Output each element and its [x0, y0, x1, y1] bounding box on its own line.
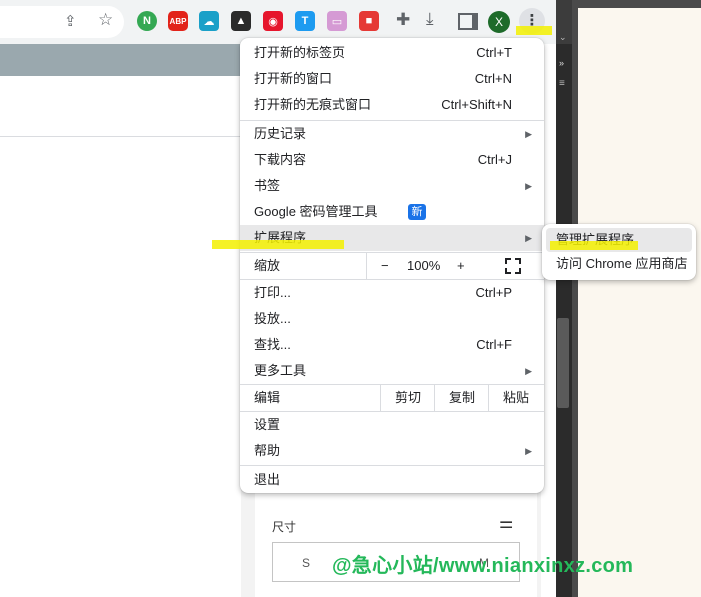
- paste-button[interactable]: 粘贴: [488, 385, 543, 411]
- profile-avatar[interactable]: X: [488, 11, 510, 33]
- page-divider: [0, 136, 240, 137]
- scrollbar-thumb[interactable]: [557, 318, 569, 408]
- menu-item-history[interactable]: 历史记录 ▶: [240, 121, 544, 147]
- watermark: @急心小站/www.nianxinxz.com: [332, 555, 634, 577]
- menu-item-bookmarks[interactable]: 书签 ▶: [240, 173, 544, 199]
- chevron-right-icon: ▶: [525, 181, 532, 191]
- share-icon[interactable]: ⇪: [64, 12, 77, 30]
- menu-separator: [240, 465, 544, 466]
- t-extension-icon[interactable]: T: [295, 11, 315, 31]
- cloud-extension-icon[interactable]: ☁: [199, 11, 219, 31]
- extensions-puzzle-icon[interactable]: ✚: [396, 10, 410, 30]
- extensions-submenu: 管理扩展程序 访问 Chrome 应用商店: [542, 224, 696, 280]
- bookmark-star-icon[interactable]: ☆: [98, 10, 113, 30]
- red-extension-icon[interactable]: ■: [359, 11, 379, 31]
- menu-item-new-window[interactable]: 打开新的窗口 Ctrl+N: [240, 66, 544, 92]
- menu-item-more-tools[interactable]: 更多工具 ▶: [240, 358, 544, 384]
- menu-item-zoom: 缩放 − 100% +: [240, 253, 544, 279]
- right-document: [578, 8, 701, 597]
- zoom-level: 100%: [407, 258, 441, 273]
- highlight-marker-manage-extensions: [550, 241, 638, 250]
- chevron-right-icon: ▶: [525, 129, 532, 139]
- copy-button[interactable]: 复制: [434, 385, 489, 411]
- zoom-out-button[interactable]: −: [381, 253, 389, 279]
- menu-item-edit: 编辑 剪切 复制 粘贴: [240, 385, 544, 411]
- chevron-right-icon: ▶: [525, 233, 532, 243]
- highlight-marker-extensions: [212, 240, 344, 249]
- menu-item-downloads[interactable]: 下载内容 Ctrl+J: [240, 147, 544, 173]
- menu-lines-icon[interactable]: ≡: [559, 78, 565, 89]
- expand-icon[interactable]: »: [559, 58, 564, 68]
- submenu-item-visit-store[interactable]: 访问 Chrome 应用商店: [546, 252, 692, 276]
- size-option-s[interactable]: S: [302, 556, 310, 570]
- sliders-icon[interactable]: ⚌: [499, 513, 513, 533]
- card-extension-icon[interactable]: ▭: [327, 11, 347, 31]
- page-header-band: [0, 44, 240, 76]
- new-badge: 新: [408, 204, 426, 220]
- chevron-right-icon: ▶: [525, 366, 532, 376]
- side-panel-icon[interactable]: [458, 13, 478, 30]
- zoom-controls: − 100% +: [366, 253, 545, 279]
- chrome-main-menu: 打开新的标签页 Ctrl+T 打开新的窗口 Ctrl+N 打开新的无痕式窗口 C…: [240, 38, 544, 493]
- download-icon[interactable]: ⤓: [426, 9, 434, 29]
- menu-item-help[interactable]: 帮助 ▶: [240, 438, 544, 464]
- cut-button[interactable]: 剪切: [380, 385, 435, 411]
- menu-item-password-manager[interactable]: Google 密码管理工具 新: [240, 199, 544, 225]
- weibo-extension-icon[interactable]: ◉: [263, 11, 283, 31]
- size-label: 尺寸: [272, 520, 297, 534]
- menu-item-find[interactable]: 查找... Ctrl+F: [240, 332, 544, 358]
- chevron-right-icon: ▶: [525, 446, 532, 456]
- fullscreen-icon[interactable]: [505, 258, 521, 274]
- nanx-extension-icon[interactable]: N: [137, 11, 157, 31]
- highlight-marker-menu-button: [516, 26, 552, 35]
- zoom-in-button[interactable]: +: [457, 253, 465, 279]
- triangle-extension-icon[interactable]: ▲: [231, 11, 251, 31]
- menu-item-cast[interactable]: 投放...: [240, 306, 544, 332]
- adblock-plus-icon[interactable]: ABP: [168, 11, 188, 31]
- menu-item-settings[interactable]: 设置: [240, 412, 544, 438]
- address-bar[interactable]: ⇪ ☆: [0, 6, 124, 38]
- menu-item-incognito[interactable]: 打开新的无痕式窗口 Ctrl+Shift+N: [240, 92, 544, 118]
- menu-item-new-tab[interactable]: 打开新的标签页 Ctrl+T: [240, 40, 544, 66]
- menu-item-exit[interactable]: 退出: [240, 467, 544, 493]
- menu-item-print[interactable]: 打印... Ctrl+P: [240, 280, 544, 306]
- chevron-down-icon[interactable]: ⌄: [559, 32, 567, 43]
